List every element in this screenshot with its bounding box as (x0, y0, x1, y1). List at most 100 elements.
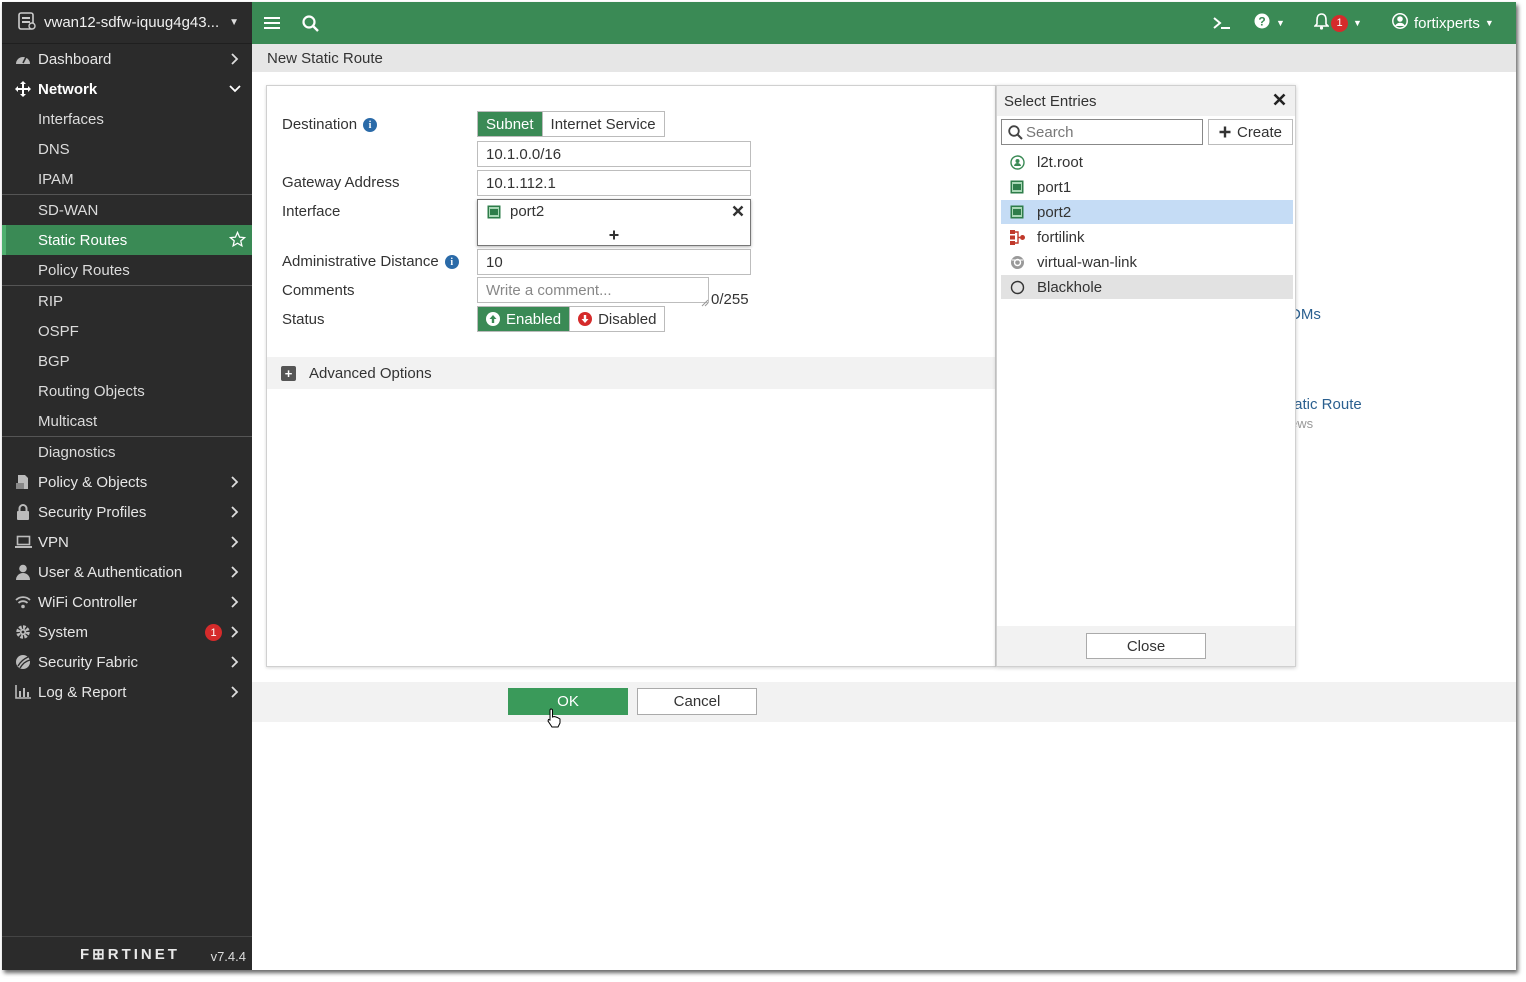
sidebar-item-multicast[interactable]: Multicast (2, 406, 252, 436)
static-route-form: Destination i Subnet Internet Service 10.… (266, 85, 996, 667)
interface-label: Interface (282, 203, 341, 220)
search-input[interactable]: Search (1001, 119, 1203, 145)
sidebar-item-diagnostics[interactable]: Diagnostics (2, 437, 252, 467)
subnet-option[interactable]: Subnet (478, 112, 542, 136)
search-icon[interactable] (302, 2, 319, 44)
background-link[interactable]: tatic Route (1290, 396, 1362, 413)
admin-distance-label: Administrative Distance i (282, 253, 459, 270)
network-icon (14, 80, 32, 98)
sidebar-item-system[interactable]: System 1 (2, 617, 252, 647)
status-label: Status (282, 311, 325, 328)
top-bar: ? ▼ 1 ▼ fortixperts ▼ (252, 2, 1516, 44)
sidebar-item-dns[interactable]: DNS (2, 134, 252, 164)
sidebar-item-bgp[interactable]: BGP (2, 346, 252, 376)
form-action-bar: OK Cancel (252, 682, 1516, 722)
entry-l2t-root[interactable]: l2t.root (1001, 150, 1293, 174)
button-label: Create (1236, 123, 1283, 141)
select-entries-footer: Close (997, 626, 1295, 666)
search-icon (1008, 124, 1023, 140)
interface-select[interactable]: port2 (477, 199, 751, 246)
destination-input[interactable]: 10.1.0.0/16 (477, 141, 751, 167)
sidebar-item-log-report[interactable]: Log & Report (2, 677, 252, 707)
lock-icon (14, 503, 32, 521)
sidebar-item-vpn[interactable]: VPN (2, 527, 252, 557)
sidebar-item-sdwan[interactable]: SD-WAN (2, 195, 252, 225)
plus-icon (1219, 126, 1231, 138)
entry-fortilink[interactable]: fortilink (1001, 225, 1293, 249)
internet-service-option[interactable]: Internet Service (541, 112, 664, 136)
port-icon (487, 205, 501, 223)
chevron-right-icon (228, 565, 242, 579)
sidebar-item-security-profiles[interactable]: Security Profiles (2, 497, 252, 527)
comments-textarea[interactable]: Write a comment... (477, 277, 709, 303)
admin-distance-input[interactable]: 10 (477, 249, 751, 275)
sidebar-item-network[interactable]: Network (2, 74, 252, 104)
star-icon[interactable] (228, 230, 247, 252)
sidebar-item-interfaces[interactable]: Interfaces (2, 104, 252, 134)
sidebar-item-rip[interactable]: RIP (2, 286, 252, 316)
info-icon[interactable]: i (363, 118, 378, 133)
page-title: New Static Route (267, 49, 383, 67)
user-icon (14, 563, 32, 581)
textarea-resize-handle[interactable] (701, 294, 709, 311)
sidebar-item-static-routes[interactable]: Static Routes (2, 225, 252, 255)
sidebar-item-label: Network (38, 80, 98, 98)
option-label: Disabled (598, 310, 657, 328)
remove-icon[interactable] (732, 204, 744, 221)
cli-console-icon[interactable] (1212, 2, 1232, 44)
sidebar-item-policy-routes[interactable]: Policy Routes (2, 255, 252, 285)
chevron-right-icon (228, 52, 242, 66)
panel-title: Select Entries (1004, 92, 1097, 110)
entry-port2[interactable]: port2 (1001, 200, 1293, 224)
cancel-button[interactable]: Cancel (637, 688, 757, 715)
sidebar-item-security-fabric[interactable]: Security Fabric (2, 647, 252, 677)
sidebar-item-user-auth[interactable]: User & Authentication (2, 557, 252, 587)
destination-label: Destination i (282, 116, 378, 133)
sidebar-item-dashboard[interactable]: Dashboard (2, 44, 252, 74)
wifi-icon (14, 593, 32, 611)
caret-down-icon: ▼ (1353, 18, 1362, 28)
entry-port1[interactable]: port1 (1001, 175, 1293, 199)
select-entries-panel: Select Entries Search Create l2t.root po… (996, 85, 1296, 667)
entry-label: Blackhole (1037, 278, 1103, 296)
chevron-down-icon (228, 82, 242, 96)
info-icon[interactable]: i (444, 255, 459, 270)
vdom-selector[interactable]: vwan12-sdfw-iquug4g43... ▼ (2, 2, 252, 44)
close-button[interactable]: Close (1086, 633, 1206, 659)
sidebar-item-label: BGP (38, 352, 70, 370)
advanced-options-toggle[interactable]: + Advanced Options (267, 357, 995, 389)
chevron-right-icon (228, 625, 242, 639)
notifications-menu[interactable]: 1 ▼ (1313, 2, 1362, 44)
close-icon[interactable] (1273, 93, 1287, 107)
entry-blackhole[interactable]: Blackhole (1001, 275, 1293, 299)
sidebar-item-policy-objects[interactable]: Policy & Objects (2, 467, 252, 497)
gateway-input[interactable]: 10.1.112.1 (477, 170, 751, 196)
sidebar-item-ospf[interactable]: OSPF (2, 316, 252, 346)
sidebar-item-routing-objects[interactable]: Routing Objects (2, 376, 252, 406)
notification-badge: 1 (1331, 14, 1348, 32)
hamburger-menu-icon[interactable] (264, 2, 280, 44)
help-menu[interactable]: ? ▼ (1254, 2, 1285, 44)
comments-label: Comments (282, 282, 355, 299)
mouse-cursor-icon (546, 708, 562, 732)
help-icon: ? (1254, 13, 1270, 33)
status-enabled-option[interactable]: Enabled (478, 307, 570, 331)
add-icon[interactable] (609, 227, 619, 244)
chevron-right-icon (228, 655, 242, 669)
sidebar-item-ipam[interactable]: IPAM (2, 164, 252, 194)
dashboard-icon (14, 50, 32, 68)
user-menu[interactable]: fortixperts ▼ (1392, 2, 1494, 44)
sidebar-item-wifi[interactable]: WiFi Controller (2, 587, 252, 617)
ok-button[interactable]: OK (508, 688, 628, 715)
sidebar-footer: F⊞RTINET v7.4.4 (2, 936, 252, 970)
sidebar-item-label: VPN (38, 533, 69, 551)
bell-icon (1313, 12, 1330, 34)
blackhole-icon (1009, 279, 1025, 295)
create-button[interactable]: Create (1208, 119, 1293, 145)
chevron-right-icon (228, 595, 242, 609)
sidebar-item-label: Routing Objects (38, 382, 145, 400)
chevron-right-icon (228, 535, 242, 549)
status-disabled-option[interactable]: Disabled (569, 307, 665, 331)
sidebar-item-label: User & Authentication (38, 563, 183, 581)
entry-virtual-wan-link[interactable]: virtual-wan-link (1001, 250, 1293, 274)
